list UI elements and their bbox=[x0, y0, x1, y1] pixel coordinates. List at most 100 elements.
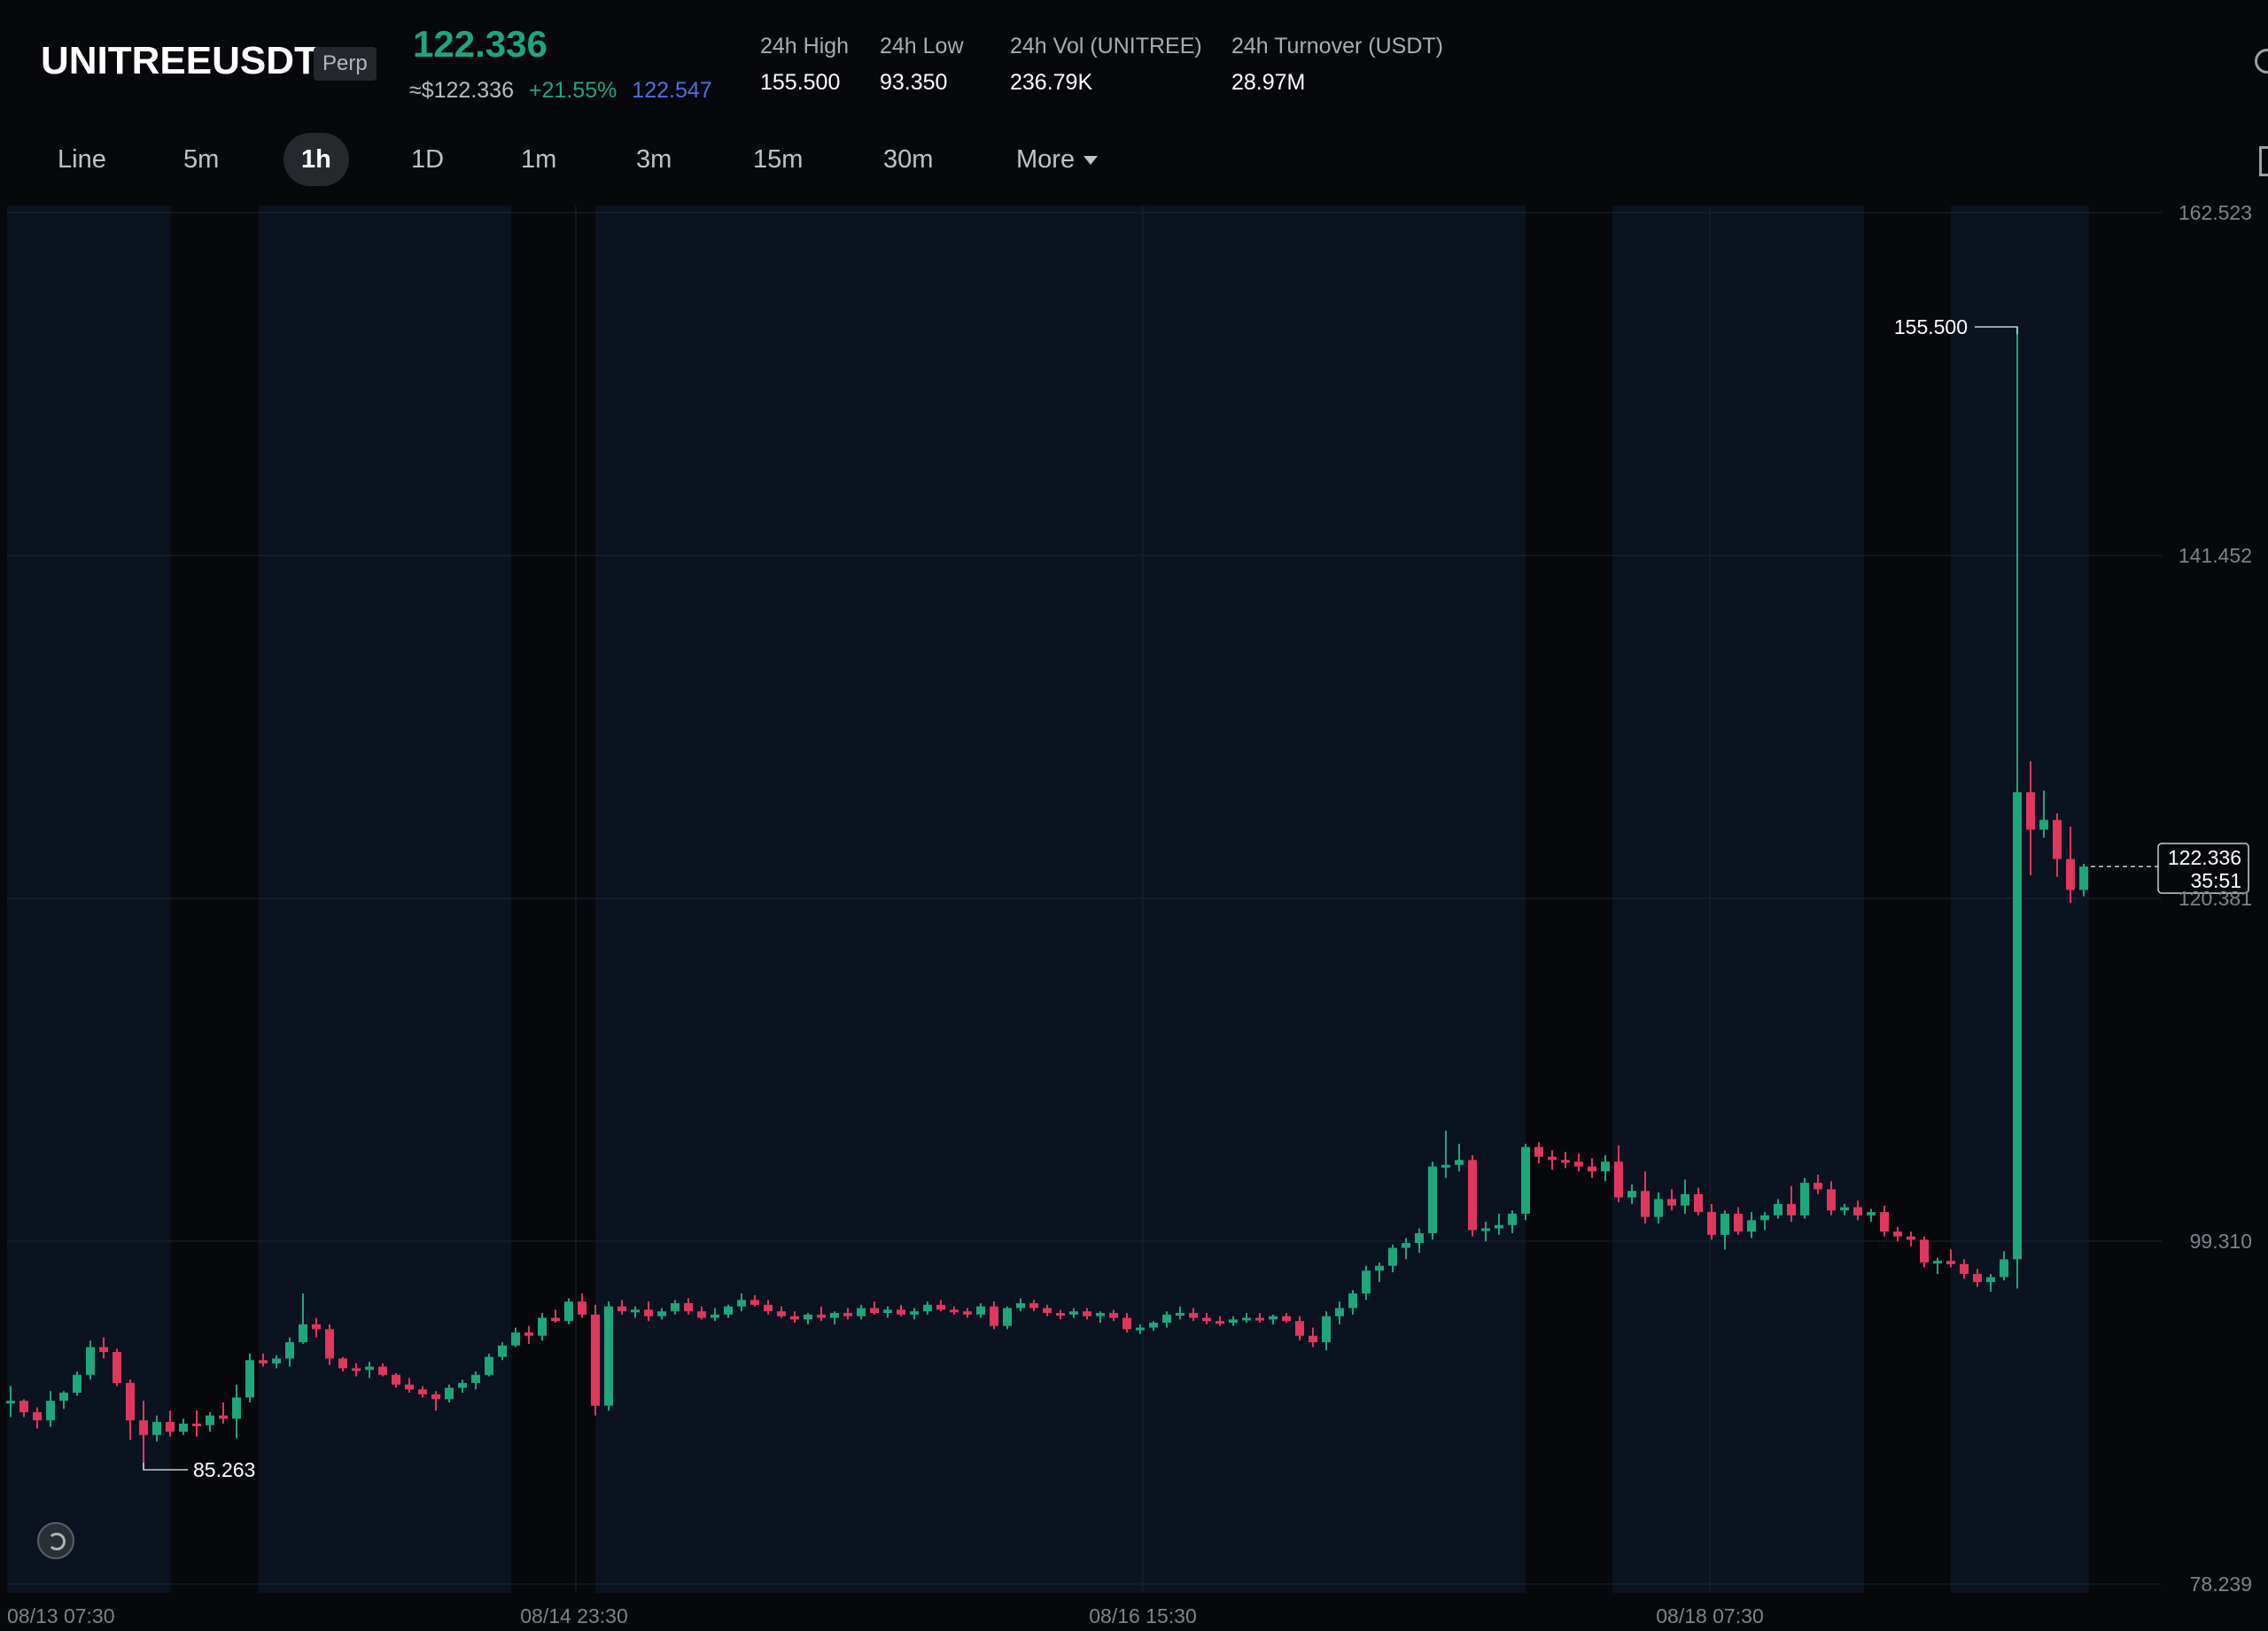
candle-body bbox=[2066, 858, 2075, 890]
chevron-down-icon bbox=[1084, 156, 1099, 166]
candle-body bbox=[1933, 1261, 1942, 1264]
candle-body bbox=[737, 1300, 746, 1307]
x-axis-tick-label: 08/16 15:30 bbox=[1089, 1604, 1197, 1627]
session-gap-band bbox=[1864, 206, 1951, 1593]
change-percent: +21.55% bbox=[528, 78, 617, 103]
candle-body bbox=[1415, 1233, 1424, 1244]
more-dropdown[interactable]: More bbox=[1016, 133, 1099, 186]
x-axis-tick-label: 08/13 07:30 bbox=[7, 1604, 115, 1627]
candle-body bbox=[378, 1366, 387, 1375]
more-label: More bbox=[1016, 145, 1076, 174]
candle-body bbox=[750, 1300, 759, 1305]
candle-body bbox=[139, 1420, 148, 1435]
candle-body bbox=[99, 1347, 108, 1353]
candle-body bbox=[259, 1360, 268, 1363]
interval-tabs: Line 5m 1h 1D 1m 3m 15m 30m More bbox=[0, 133, 1240, 186]
candlestick-chart[interactable]: 155.50085.263122.33635:51162.523141.4521… bbox=[0, 202, 2268, 1631]
candle-body bbox=[1216, 1321, 1224, 1324]
candle-body bbox=[498, 1345, 507, 1357]
tab-15m[interactable]: 15m bbox=[753, 133, 803, 186]
candle-body bbox=[1627, 1191, 1636, 1198]
tab-30m[interactable]: 30m bbox=[883, 133, 933, 186]
candle-body bbox=[485, 1356, 493, 1375]
candle-body bbox=[631, 1309, 640, 1313]
candle-body bbox=[1800, 1183, 1809, 1215]
candle-body bbox=[1495, 1224, 1503, 1229]
candle-body bbox=[1601, 1161, 1610, 1172]
candle-body bbox=[1588, 1166, 1596, 1172]
stat-24h-turnover: 24h Turnover (USDT) 28.97M bbox=[1231, 34, 1443, 96]
chart-background bbox=[7, 206, 2091, 1593]
candle-body bbox=[1548, 1156, 1557, 1161]
candle-body bbox=[152, 1422, 161, 1435]
symbol-title[interactable]: UNITREEUSDT bbox=[41, 39, 318, 83]
candle-body bbox=[724, 1306, 733, 1315]
candle-body bbox=[1534, 1146, 1543, 1157]
candle-body bbox=[1348, 1293, 1357, 1309]
candle-body bbox=[1508, 1213, 1517, 1225]
candle-body bbox=[1681, 1193, 1689, 1206]
candle-body bbox=[166, 1422, 175, 1433]
candle-body bbox=[338, 1358, 347, 1369]
candle-body bbox=[1893, 1231, 1902, 1237]
candle-body bbox=[1814, 1183, 1822, 1190]
candle-body bbox=[963, 1311, 972, 1315]
stat-label: 24h Low bbox=[880, 34, 964, 58]
candle-body bbox=[644, 1309, 653, 1316]
candle-body bbox=[604, 1306, 613, 1406]
candle-body bbox=[684, 1302, 693, 1312]
candle-body bbox=[1269, 1316, 1278, 1320]
candle-body bbox=[1960, 1263, 1969, 1274]
candle-body bbox=[1162, 1314, 1171, 1324]
candle-body bbox=[405, 1384, 414, 1390]
candle-body bbox=[392, 1374, 400, 1385]
candle-body bbox=[870, 1308, 879, 1313]
candle-body bbox=[2013, 792, 2022, 1260]
candle-body bbox=[538, 1317, 547, 1336]
candle-body bbox=[86, 1347, 95, 1375]
tab-1h[interactable]: 1h bbox=[284, 133, 349, 186]
candle-body bbox=[657, 1311, 666, 1316]
tab-line[interactable]: Line bbox=[58, 133, 106, 186]
candle-body bbox=[1375, 1265, 1384, 1271]
candle-body bbox=[564, 1301, 573, 1322]
candle-body bbox=[1083, 1311, 1091, 1316]
y-axis-tick-label: 162.523 bbox=[2179, 202, 2252, 224]
candle-body bbox=[126, 1382, 135, 1421]
candle-body bbox=[219, 1415, 228, 1419]
session-gap-band bbox=[1526, 206, 1612, 1593]
candle-body bbox=[1853, 1207, 1862, 1215]
candle-body bbox=[1614, 1161, 1623, 1198]
candle-body bbox=[1295, 1321, 1304, 1336]
search-icon[interactable] bbox=[2255, 49, 2268, 74]
expand-icon[interactable] bbox=[2259, 146, 2268, 176]
candle-body bbox=[2053, 819, 2062, 859]
candle-body bbox=[1109, 1312, 1118, 1318]
candle-body bbox=[1149, 1323, 1158, 1328]
candle-body bbox=[2000, 1259, 2008, 1278]
candle-body bbox=[1189, 1312, 1198, 1318]
candle-body bbox=[6, 1401, 15, 1404]
candle-body bbox=[711, 1314, 719, 1318]
candle-body bbox=[923, 1304, 932, 1312]
stat-label: 24h Turnover (USDT) bbox=[1231, 34, 1443, 58]
candle-body bbox=[1362, 1270, 1371, 1293]
candle-body bbox=[2026, 792, 2035, 830]
candle-body bbox=[1574, 1161, 1583, 1167]
price-subrow: ≈$122.336 +21.55% 122.547 bbox=[409, 78, 721, 104]
tab-3m[interactable]: 3m bbox=[636, 133, 672, 186]
candle-body bbox=[1282, 1316, 1291, 1322]
x-axis-tick-label: 08/14 23:30 bbox=[520, 1604, 628, 1627]
tab-1d[interactable]: 1D bbox=[411, 133, 444, 186]
stat-label: 24h High bbox=[760, 34, 850, 58]
candle-body bbox=[1309, 1335, 1317, 1343]
candle-body bbox=[936, 1304, 945, 1310]
candle-body bbox=[1920, 1239, 1929, 1263]
candle-body bbox=[697, 1311, 706, 1318]
candle-body bbox=[1787, 1203, 1796, 1215]
candle-body bbox=[1229, 1319, 1238, 1324]
tab-5m[interactable]: 5m bbox=[183, 133, 219, 186]
candle-body bbox=[471, 1374, 480, 1383]
tab-1m[interactable]: 1m bbox=[521, 133, 556, 186]
candle-body bbox=[299, 1324, 307, 1343]
